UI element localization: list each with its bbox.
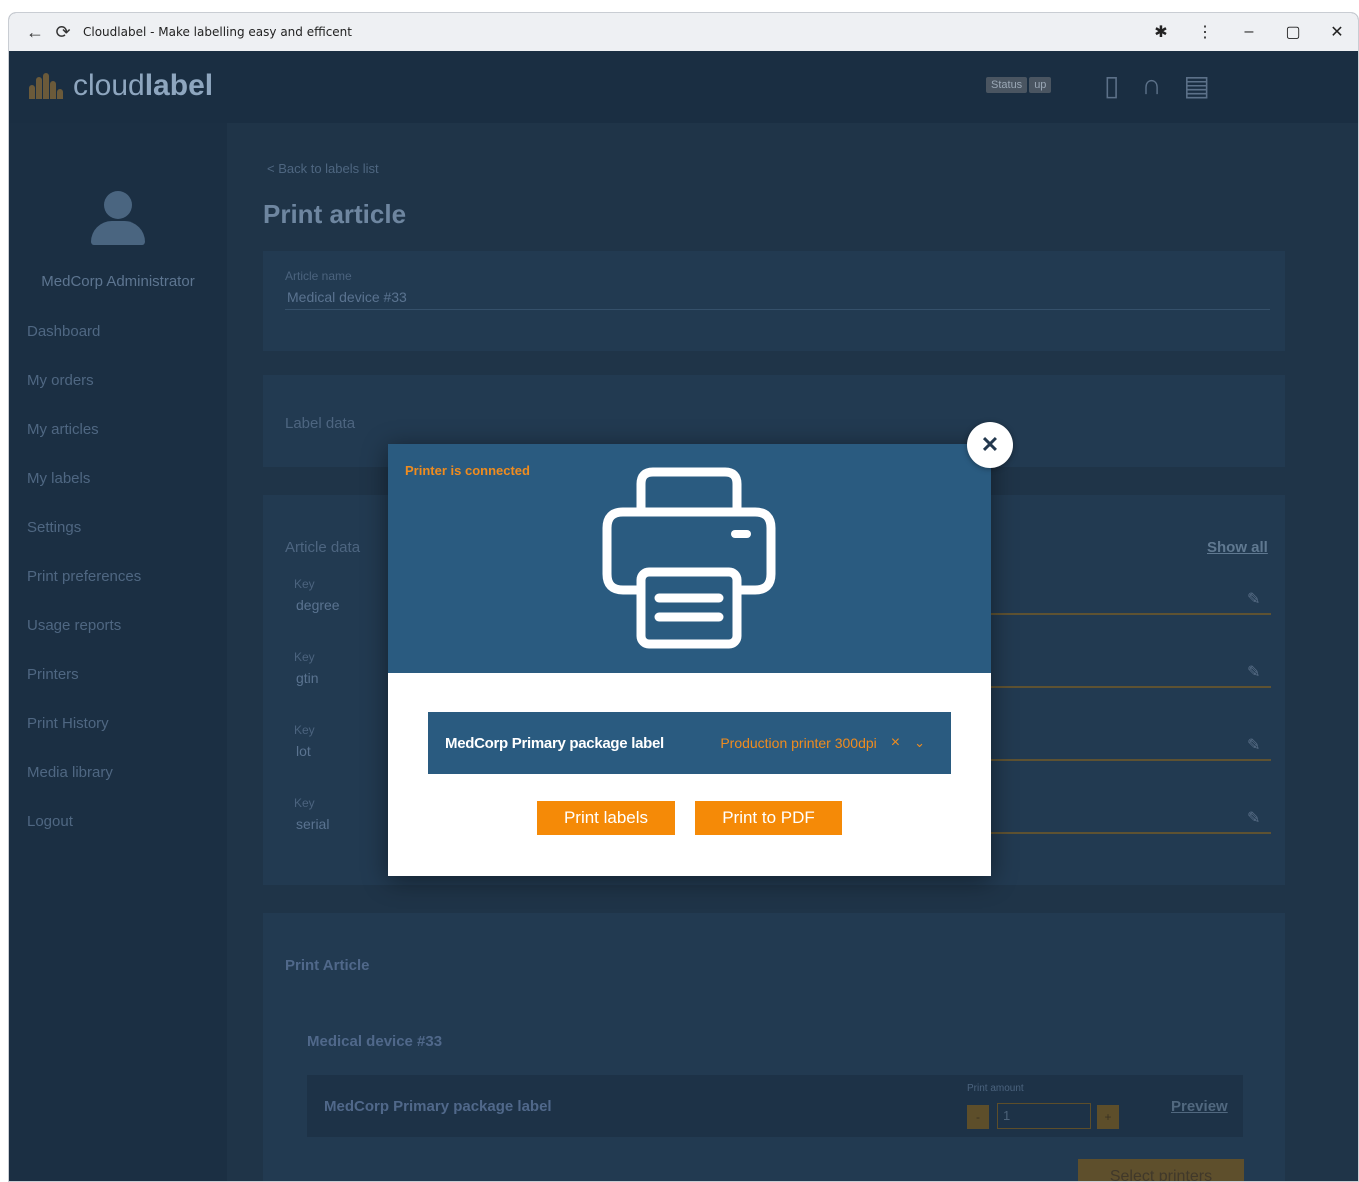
sidebar-item-media-library[interactable]: Media library xyxy=(27,764,141,813)
sidebar-item-printers[interactable]: Printers xyxy=(27,666,141,715)
selected-printer[interactable]: Production printer 300dpi xyxy=(720,735,876,751)
status-label: Status xyxy=(986,77,1028,93)
print-modal: Printer is connected MedCorp Primary pac… xyxy=(388,444,991,876)
window-title: Cloudlabel - Make labelling easy and eff… xyxy=(83,25,352,39)
key-label: Key xyxy=(294,723,315,737)
edit-pencil-icon[interactable]: ✎ xyxy=(1247,808,1260,828)
sidebar-item-usage-reports[interactable]: Usage reports xyxy=(27,617,141,666)
cloudlabel-logo[interactable]: cloudlabel xyxy=(27,69,213,103)
clear-selection-icon[interactable]: × xyxy=(891,734,900,752)
key-value-serial[interactable]: serial xyxy=(296,816,329,832)
app-header: cloudlabel Status up ▯ ∩ ▤ xyxy=(9,51,1358,123)
logo-mark-icon xyxy=(27,73,67,99)
close-window-button[interactable]: ✕ xyxy=(1326,22,1348,42)
back-to-labels-link[interactable]: < Back to labels list xyxy=(267,161,379,176)
chevron-down-icon[interactable]: ⌄ xyxy=(914,735,925,751)
maximize-button[interactable]: ▢ xyxy=(1282,22,1304,42)
label-name: MedCorp Primary package label xyxy=(445,734,664,752)
modal-header: Printer is connected xyxy=(388,444,991,673)
label-data-title: Label data xyxy=(285,415,356,432)
sidebar-item-dashboard[interactable]: Dashboard xyxy=(27,323,141,372)
key-label: Key xyxy=(294,650,315,664)
key-value-gtin[interactable]: gtin xyxy=(296,670,319,686)
sidebar-item-my-articles[interactable]: My articles xyxy=(27,421,141,470)
print-article-name: Medical device #33 xyxy=(307,1033,443,1050)
back-arrow-icon[interactable]: ← xyxy=(21,18,49,46)
sidebar-item-settings[interactable]: Settings xyxy=(27,519,141,568)
print-label-row: MedCorp Primary package label Print amou… xyxy=(307,1075,1243,1137)
printer-icon xyxy=(602,467,776,649)
print-amount-input[interactable]: 1 xyxy=(997,1103,1091,1129)
page-title: Print article xyxy=(263,199,407,229)
sidebar-item-logout[interactable]: Logout xyxy=(27,813,141,862)
close-modal-button[interactable]: ✕ xyxy=(967,422,1013,468)
sidebar-item-my-orders[interactable]: My orders xyxy=(27,372,141,421)
logo-text-bold: label xyxy=(144,69,214,102)
article-data-title: Article data xyxy=(285,539,361,556)
printer-select[interactable]: MedCorp Primary package label Production… xyxy=(428,712,951,774)
user-name: MedCorp Administrator xyxy=(41,273,195,290)
print-row-label: MedCorp Primary package label xyxy=(324,1098,552,1115)
user-avatar-icon xyxy=(91,191,145,245)
print-to-pdf-button[interactable]: Print to PDF xyxy=(695,801,842,835)
edit-pencil-icon[interactable]: ✎ xyxy=(1247,589,1260,609)
key-label: Key xyxy=(294,796,315,810)
show-all-link[interactable]: Show all xyxy=(1207,539,1268,556)
status-badge[interactable]: Status up xyxy=(986,77,1052,93)
printer-status-icon[interactable]: ▤ xyxy=(1184,69,1210,102)
help-icon[interactable]: ▯ xyxy=(1104,69,1119,102)
article-name-card: Article name Medical device #33 xyxy=(263,251,1285,351)
decrement-button[interactable]: - xyxy=(967,1105,989,1129)
sidebar-item-print-history[interactable]: Print History xyxy=(27,715,141,764)
article-name-field[interactable]: Medical device #33 xyxy=(287,289,407,305)
sidebar-item-my-labels[interactable]: My labels xyxy=(27,470,141,519)
minimize-button[interactable]: – xyxy=(1238,23,1260,41)
preview-link[interactable]: Preview xyxy=(1171,1098,1228,1115)
print-article-title: Print Article xyxy=(285,957,370,974)
edit-pencil-icon[interactable]: ✎ xyxy=(1247,662,1260,682)
key-value-lot[interactable]: lot xyxy=(296,743,311,759)
print-article-card: Print Article Medical device #33 MedCorp… xyxy=(263,913,1285,1181)
print-amount-label: Print amount xyxy=(967,1083,1024,1094)
more-menu-icon[interactable]: ⋮ xyxy=(1194,22,1216,42)
select-printers-button[interactable]: Select printers xyxy=(1078,1159,1244,1181)
headset-icon[interactable]: ∩ xyxy=(1141,69,1161,102)
edit-pencil-icon[interactable]: ✎ xyxy=(1247,735,1260,755)
logo-text-light: cloud xyxy=(73,69,145,102)
key-value-degree[interactable]: degree xyxy=(296,597,340,613)
article-name-label: Article name xyxy=(285,269,352,283)
sidebar: MedCorp Administrator Dashboard My order… xyxy=(9,123,227,1181)
key-label: Key xyxy=(294,577,315,591)
extensions-icon[interactable]: ✱ xyxy=(1150,22,1172,42)
print-labels-button[interactable]: Print labels xyxy=(537,801,675,835)
sidebar-nav: Dashboard My orders My articles My label… xyxy=(27,323,141,862)
increment-button[interactable]: + xyxy=(1097,1105,1119,1129)
browser-titlebar: ← ⟳ Cloudlabel - Make labelling easy and… xyxy=(9,13,1358,51)
printer-connected-status: Printer is connected xyxy=(405,463,530,478)
status-value: up xyxy=(1029,77,1052,93)
reload-icon[interactable]: ⟳ xyxy=(49,18,77,46)
sidebar-item-print-preferences[interactable]: Print preferences xyxy=(27,568,141,617)
